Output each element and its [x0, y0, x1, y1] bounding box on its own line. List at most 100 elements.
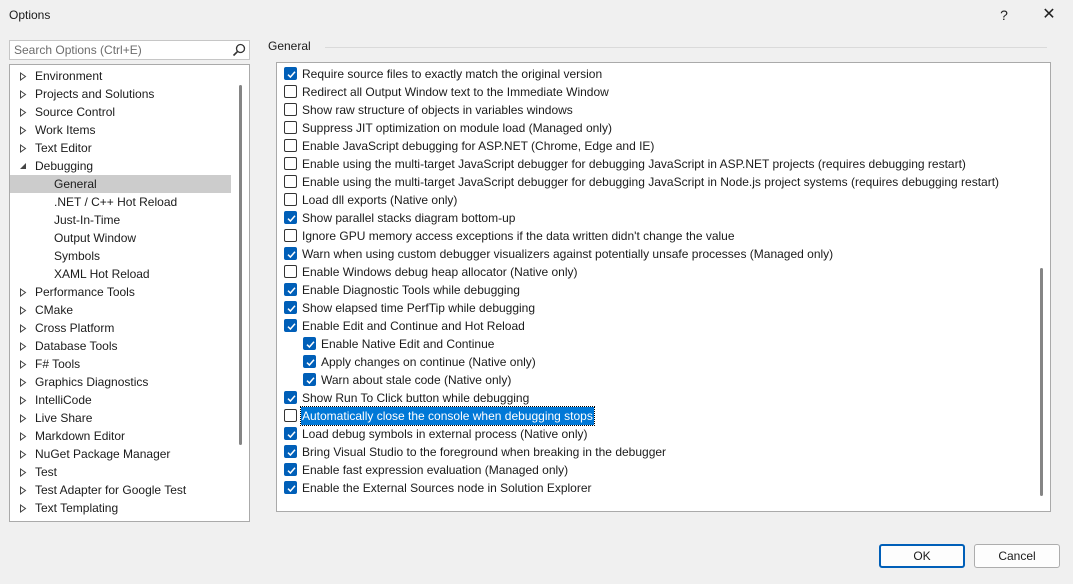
- collapsed-arrow-icon[interactable]: [18, 499, 28, 517]
- tree-item[interactable]: Graphics Diagnostics: [10, 373, 231, 391]
- tree-item[interactable]: XAML Hot Reload: [10, 265, 231, 283]
- option-label[interactable]: Load dll exports (Native only): [301, 191, 458, 209]
- checkbox-unchecked[interactable]: [284, 103, 297, 116]
- tree-item[interactable]: Performance Tools: [10, 283, 231, 301]
- collapsed-arrow-icon[interactable]: [18, 67, 28, 85]
- ok-button[interactable]: OK: [879, 544, 965, 568]
- option-label[interactable]: Redirect all Output Window text to the I…: [301, 83, 610, 101]
- collapsed-arrow-icon[interactable]: [18, 139, 28, 157]
- option-label[interactable]: Enable JavaScript debugging for ASP.NET …: [301, 137, 655, 155]
- checkbox-checked[interactable]: [284, 391, 297, 404]
- option-label[interactable]: Show Run To Click button while debugging: [301, 389, 530, 407]
- tree-item[interactable]: Markdown Editor: [10, 427, 231, 445]
- checkbox-unchecked[interactable]: [284, 409, 297, 422]
- option-label[interactable]: Enable Diagnostic Tools while debugging: [301, 281, 521, 299]
- checkbox-unchecked[interactable]: [284, 157, 297, 170]
- checkbox-checked[interactable]: [284, 301, 297, 314]
- collapsed-arrow-icon[interactable]: [18, 337, 28, 355]
- tree-item[interactable]: Symbols: [10, 247, 231, 265]
- collapsed-arrow-icon[interactable]: [18, 319, 28, 337]
- tree-item[interactable]: F# Tools: [10, 355, 231, 373]
- tree-item[interactable]: General: [10, 175, 231, 193]
- option-label[interactable]: Enable the External Sources node in Solu…: [301, 479, 593, 497]
- checkbox-checked[interactable]: [284, 211, 297, 224]
- tree-item[interactable]: Projects and Solutions: [10, 85, 231, 103]
- collapsed-arrow-icon[interactable]: [18, 427, 28, 445]
- option-label[interactable]: Show raw structure of objects in variabl…: [301, 101, 574, 119]
- checkbox-unchecked[interactable]: [284, 139, 297, 152]
- tree-item[interactable]: Source Control: [10, 103, 231, 121]
- checkbox-checked[interactable]: [284, 427, 297, 440]
- tree-item[interactable]: .NET / C++ Hot Reload: [10, 193, 231, 211]
- tree-item[interactable]: Text Templating: [10, 499, 231, 517]
- option-label[interactable]: Show parallel stacks diagram bottom-up: [301, 209, 516, 227]
- cancel-button[interactable]: Cancel: [974, 544, 1060, 568]
- search-icon[interactable]: [232, 43, 246, 57]
- tree-item[interactable]: CMake: [10, 301, 231, 319]
- option-label[interactable]: Require source files to exactly match th…: [301, 65, 603, 83]
- option-label[interactable]: Bring Visual Studio to the foreground wh…: [301, 443, 667, 461]
- tree-item[interactable]: IntelliCode: [10, 391, 231, 409]
- collapsed-arrow-icon[interactable]: [18, 103, 28, 121]
- collapsed-arrow-icon[interactable]: [18, 445, 28, 463]
- checkbox-checked[interactable]: [303, 373, 316, 386]
- checkbox-checked[interactable]: [284, 463, 297, 476]
- tree-item[interactable]: Database Tools: [10, 337, 231, 355]
- collapsed-arrow-icon[interactable]: [18, 283, 28, 301]
- tree-item[interactable]: Cross Platform: [10, 319, 231, 337]
- option-label[interactable]: Automatically close the console when deb…: [300, 406, 595, 426]
- tree-item[interactable]: Debugging: [10, 157, 231, 175]
- collapsed-arrow-icon[interactable]: [18, 463, 28, 481]
- collapsed-arrow-icon[interactable]: [18, 355, 28, 373]
- checkbox-checked[interactable]: [284, 445, 297, 458]
- option-label[interactable]: Enable Native Edit and Continue: [320, 335, 495, 353]
- tree-scrollbar-thumb[interactable]: [239, 85, 242, 445]
- checkbox-unchecked[interactable]: [284, 121, 297, 134]
- checkbox-checked[interactable]: [284, 283, 297, 296]
- option-label[interactable]: Enable using the multi-target JavaScript…: [301, 173, 1000, 191]
- options-scrollbar-thumb[interactable]: [1040, 268, 1043, 496]
- option-label[interactable]: Apply changes on continue (Native only): [320, 353, 537, 371]
- option-label[interactable]: Warn about stale code (Native only): [320, 371, 512, 389]
- option-label[interactable]: Enable Windows debug heap allocator (Nat…: [301, 263, 579, 281]
- option-label[interactable]: Show elapsed time PerfTip while debuggin…: [301, 299, 536, 317]
- tree-item[interactable]: Test Adapter for Google Test: [10, 481, 231, 499]
- checkbox-checked[interactable]: [284, 319, 297, 332]
- tree-item[interactable]: Test: [10, 463, 231, 481]
- option-label[interactable]: Enable Edit and Continue and Hot Reload: [301, 317, 526, 335]
- option-label[interactable]: Enable fast expression evaluation (Manag…: [301, 461, 569, 479]
- option-label[interactable]: Warn when using custom debugger visualiz…: [301, 245, 834, 263]
- tree-item[interactable]: Live Share: [10, 409, 231, 427]
- close-button[interactable]: ✕: [1026, 0, 1072, 30]
- tree-item[interactable]: Output Window: [10, 229, 231, 247]
- checkbox-unchecked[interactable]: [284, 265, 297, 278]
- tree-item[interactable]: Work Items: [10, 121, 231, 139]
- option-label[interactable]: Enable using the multi-target JavaScript…: [301, 155, 967, 173]
- option-label[interactable]: Suppress JIT optimization on module load…: [301, 119, 613, 137]
- option-label[interactable]: Ignore GPU memory access exceptions if t…: [301, 227, 736, 245]
- collapsed-arrow-icon[interactable]: [18, 481, 28, 499]
- tree-item[interactable]: Just-In-Time: [10, 211, 231, 229]
- expanded-arrow-icon[interactable]: [18, 157, 28, 175]
- collapsed-arrow-icon[interactable]: [18, 121, 28, 139]
- collapsed-arrow-icon[interactable]: [18, 391, 28, 409]
- help-button[interactable]: ?: [981, 0, 1027, 30]
- checkbox-unchecked[interactable]: [284, 175, 297, 188]
- checkbox-checked[interactable]: [284, 247, 297, 260]
- checkbox-checked[interactable]: [284, 481, 297, 494]
- tree-item[interactable]: Environment: [10, 67, 231, 85]
- checkbox-checked[interactable]: [284, 67, 297, 80]
- checkbox-checked[interactable]: [303, 355, 316, 368]
- checkbox-checked[interactable]: [303, 337, 316, 350]
- tree-item[interactable]: NuGet Package Manager: [10, 445, 231, 463]
- collapsed-arrow-icon[interactable]: [18, 301, 28, 319]
- search-input[interactable]: [12, 42, 230, 58]
- collapsed-arrow-icon[interactable]: [18, 409, 28, 427]
- collapsed-arrow-icon[interactable]: [18, 85, 28, 103]
- checkbox-unchecked[interactable]: [284, 85, 297, 98]
- tree-item[interactable]: Text Editor: [10, 139, 231, 157]
- checkbox-unchecked[interactable]: [284, 193, 297, 206]
- collapsed-arrow-icon[interactable]: [18, 373, 28, 391]
- option-label[interactable]: Load debug symbols in external process (…: [301, 425, 588, 443]
- checkbox-unchecked[interactable]: [284, 229, 297, 242]
